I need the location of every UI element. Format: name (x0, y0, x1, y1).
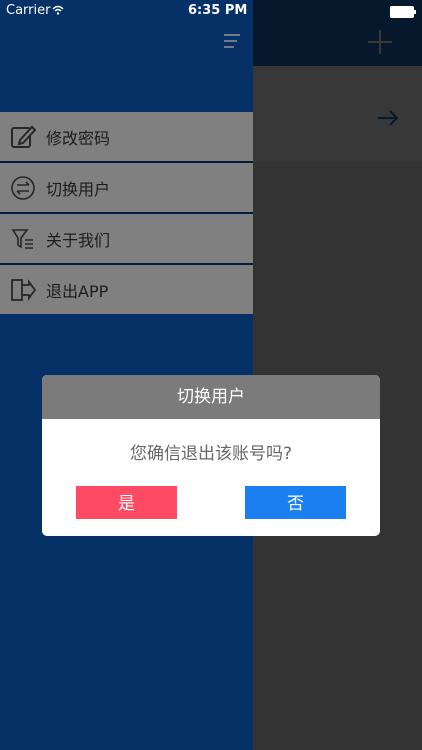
wifi-icon (52, 5, 64, 15)
dialog-message: 您确信退出该账号吗? (129, 444, 293, 464)
cancel-no-button[interactable]: 否 (245, 486, 346, 519)
confirm-dialog: 切换用户 您确信退出该账号吗? 是 否 (42, 375, 380, 536)
confirm-yes-button[interactable]: 是 (76, 486, 177, 519)
dialog-title: 切换用户 (42, 375, 380, 419)
carrier-label: Carrier (6, 3, 51, 18)
status-bar: Carrier 6:35 PM (0, 0, 422, 22)
menu-dim (0, 112, 253, 314)
status-time: 6:35 PM (188, 3, 248, 18)
battery-icon (390, 6, 416, 18)
